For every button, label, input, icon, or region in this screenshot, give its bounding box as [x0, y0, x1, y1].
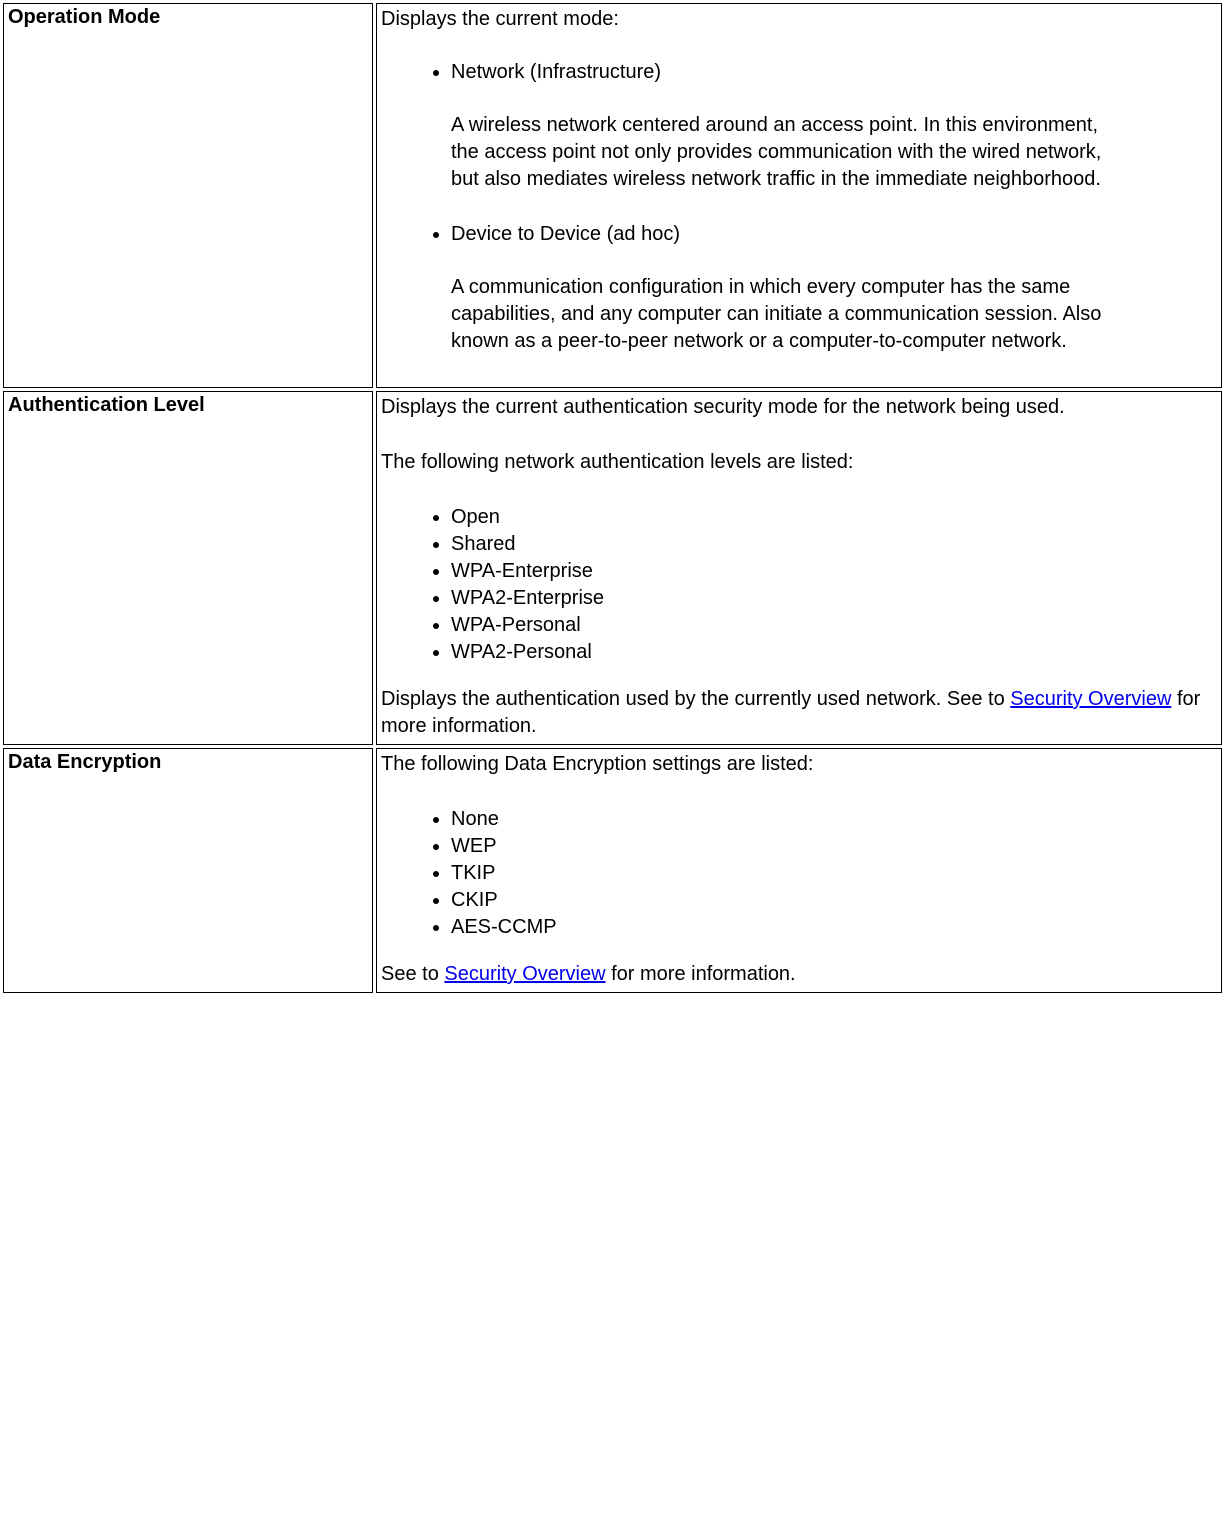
table-row: Authentication Level Displays the curren…	[3, 391, 1222, 745]
list-item: WPA-Personal	[451, 612, 1217, 639]
security-overview-link[interactable]: Security Overview	[1010, 688, 1171, 710]
list-item: WPA2-Personal	[451, 639, 1217, 666]
list-item: CKIP	[451, 887, 1217, 914]
item-description: A wireless network centered around an ac…	[451, 112, 1217, 193]
row-label: Data Encryption	[3, 748, 373, 993]
row-label: Operation Mode	[3, 3, 373, 388]
list-item: Shared	[451, 531, 1217, 558]
intro-text: The following Data Encryption settings a…	[381, 751, 1217, 778]
outro-text: Displays the authentication used by the …	[381, 686, 1217, 740]
intro-text: Displays the current authentication secu…	[381, 394, 1217, 421]
outro-post: for more information.	[606, 963, 796, 985]
list-item: Open	[451, 504, 1217, 531]
list-item: WPA2-Enterprise	[451, 585, 1217, 612]
paragraph: The following network authentication lev…	[381, 449, 1217, 476]
list-item: WEP	[451, 833, 1217, 860]
row-description: Displays the current mode: Network (Infr…	[376, 3, 1222, 388]
list-item: WPA-Enterprise	[451, 558, 1217, 585]
encryption-list: None WEP TKIP CKIP AES-CCMP	[381, 806, 1217, 941]
row-description: The following Data Encryption settings a…	[376, 748, 1222, 993]
properties-table: Operation Mode Displays the current mode…	[0, 0, 1225, 996]
intro-text: Displays the current mode:	[381, 6, 1217, 33]
list-item: TKIP	[451, 860, 1217, 887]
item-description: A communication configuration in which e…	[451, 274, 1217, 355]
list-item: Device to Device (ad hoc) A communicatio…	[451, 223, 1217, 355]
row-label: Authentication Level	[3, 391, 373, 745]
table-row: Data Encryption The following Data Encry…	[3, 748, 1222, 993]
security-overview-link[interactable]: Security Overview	[444, 963, 605, 985]
outro-pre: Displays the authentication used by the …	[381, 688, 1010, 710]
auth-list: Open Shared WPA-Enterprise WPA2-Enterpri…	[381, 504, 1217, 666]
list-item: AES-CCMP	[451, 914, 1217, 941]
list-item: Network (Infrastructure) A wireless netw…	[451, 61, 1217, 193]
list-item: None	[451, 806, 1217, 833]
table-row: Operation Mode Displays the current mode…	[3, 3, 1222, 388]
row-description: Displays the current authentication secu…	[376, 391, 1222, 745]
outro-pre: See to	[381, 963, 444, 985]
item-title: Device to Device (ad hoc)	[451, 223, 680, 245]
item-title: Network (Infrastructure)	[451, 61, 661, 83]
outro-text: See to Security Overview for more inform…	[381, 961, 1217, 988]
mode-list: Network (Infrastructure) A wireless netw…	[381, 61, 1217, 355]
